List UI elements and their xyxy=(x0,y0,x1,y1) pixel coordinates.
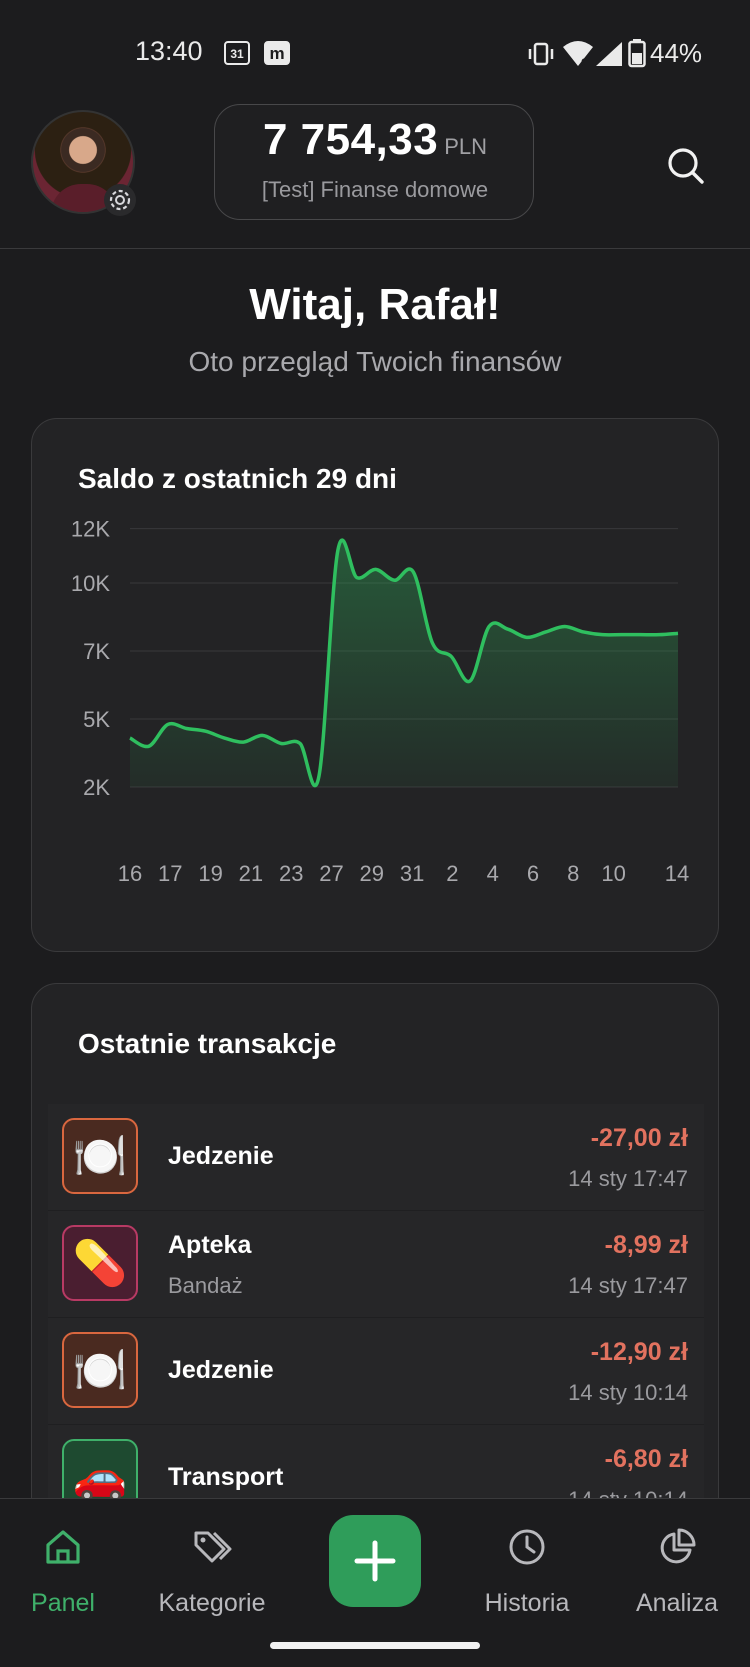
greeting-title: Witaj, Rafał! xyxy=(249,280,501,329)
x-tick-label: 4 xyxy=(487,861,499,886)
x-tick-label: 23 xyxy=(279,861,303,886)
status-bar: 13:40 31 m 6 44% xyxy=(0,0,750,100)
transaction-amount: -6,80 zł xyxy=(604,1445,688,1473)
balance-chart: 12K 10K 7K 5K 2K 16 17 19 21 23 27 29 31 2 4 6 8 10 14 xyxy=(71,517,689,886)
y-tick-label: 10K xyxy=(71,571,110,596)
y-tick-label: 2K xyxy=(83,775,110,800)
x-tick-label: 17 xyxy=(158,861,182,886)
transaction-row[interactable]: 🍽️ Jedzenie -12,90 zł 14 sty 10:14 xyxy=(48,1318,704,1425)
balance-area-fill xyxy=(130,540,678,787)
account-name: [Test] Finanse domowe xyxy=(261,177,489,202)
x-tick-label: 2 xyxy=(446,861,458,886)
x-tick-label: 19 xyxy=(198,861,222,886)
app-header: 7 754,33 PLN [Test] Finanse domowe xyxy=(0,100,750,249)
transaction-date: 14 sty 17:47 xyxy=(568,1273,688,1298)
y-tick-label: 5K xyxy=(83,707,110,732)
nav-panel-label: Panel xyxy=(31,1589,95,1617)
x-tick-label: 16 xyxy=(118,861,142,886)
transaction-date: 14 sty 17:47 xyxy=(568,1166,688,1191)
signal-icon xyxy=(596,42,622,66)
y-tick-label: 12K xyxy=(71,517,110,542)
balance-widget[interactable]: 7 754,33 PLN [Test] Finanse domowe xyxy=(214,104,534,220)
search-icon[interactable] xyxy=(662,142,708,188)
battery-percent: 44% xyxy=(650,38,703,68)
plate-icon: 🍽️ xyxy=(62,1332,138,1408)
x-tick-label: 8 xyxy=(567,861,579,886)
add-transaction-button[interactable] xyxy=(329,1515,421,1607)
x-tick-label: 21 xyxy=(239,861,263,886)
transaction-amount: -8,99 zł xyxy=(604,1231,688,1259)
greeting-subtitle: Oto przegląd Twoich finansów xyxy=(188,346,562,377)
transactions-list: 🍽️ Jedzenie -27,00 zł 14 sty 17:47 💊 Apteka Ba… xyxy=(48,1104,704,1522)
vibrate-icon xyxy=(528,42,554,66)
x-tick-label: 27 xyxy=(319,861,343,886)
x-tick-label: 6 xyxy=(527,861,539,886)
clock-icon xyxy=(509,1529,545,1565)
nav-history-label: Historia xyxy=(484,1589,570,1617)
x-tick-label: 14 xyxy=(665,861,689,886)
transaction-category: Jedzenie xyxy=(168,1142,274,1170)
balance-amount: 7 754,33 xyxy=(262,115,439,164)
balance-currency: PLN xyxy=(444,134,488,159)
plus-icon xyxy=(354,1540,396,1582)
category-glyph: 🍽️ xyxy=(72,1346,128,1395)
transaction-row[interactable]: 🍽️ Jedzenie -27,00 zł 14 sty 17:47 xyxy=(48,1104,704,1211)
wifi-badge: 6 xyxy=(581,57,587,69)
transaction-amount: -12,90 zł xyxy=(590,1338,688,1366)
status-time: 13:40 xyxy=(135,36,203,66)
transaction-row[interactable]: 💊 Apteka Bandaż -8,99 zł 14 sty 17:47 xyxy=(48,1211,704,1318)
balance-display: 7 754,33 PLN xyxy=(215,115,535,165)
x-tick-label: 29 xyxy=(360,861,384,886)
home-indicator[interactable] xyxy=(270,1642,480,1649)
plate-icon: 🍽️ xyxy=(62,1118,138,1194)
x-tick-label: 31 xyxy=(400,861,424,886)
category-glyph: 🍽️ xyxy=(72,1132,128,1181)
settings-gear-icon[interactable] xyxy=(104,184,136,216)
y-tick-label: 7K xyxy=(83,639,110,664)
bottom-navigation: Panel Kategorie Historia Analiza xyxy=(0,1498,750,1621)
pie-chart-icon xyxy=(660,1528,696,1564)
transaction-category: Transport xyxy=(168,1463,284,1491)
wifi-icon: 6 xyxy=(563,41,593,69)
home-icon xyxy=(46,1530,80,1564)
tag-icon xyxy=(194,1531,232,1563)
x-tick-label: 10 xyxy=(601,861,625,886)
transaction-category: Jedzenie xyxy=(168,1356,274,1384)
category-glyph: 💊 xyxy=(72,1239,128,1288)
transaction-amount: -27,00 zł xyxy=(590,1124,688,1152)
transaction-date: 14 sty 10:14 xyxy=(568,1380,688,1405)
nav-categories-label: Kategorie xyxy=(158,1589,266,1617)
app-notification-icon: m xyxy=(264,41,290,65)
transaction-category: Apteka xyxy=(168,1231,252,1259)
nav-analysis-label: Analiza xyxy=(636,1589,718,1617)
pill-icon: 💊 xyxy=(62,1225,138,1301)
transaction-note: Bandaż xyxy=(168,1273,243,1298)
recent-transactions-card: Ostatnie transakcje 🍽️ Jedzenie -27,00 zł 1… xyxy=(31,983,719,1523)
battery-icon xyxy=(628,39,646,68)
category-glyph: 🚗 xyxy=(72,1453,128,1502)
calendar-icon: 31 xyxy=(224,41,250,65)
balance-chart-card: Saldo z ostatnich 29 dni 12K 10K 7K 5K 2K 16 1… xyxy=(31,418,719,952)
transactions-title: Ostatnie transakcje xyxy=(78,1028,337,1059)
